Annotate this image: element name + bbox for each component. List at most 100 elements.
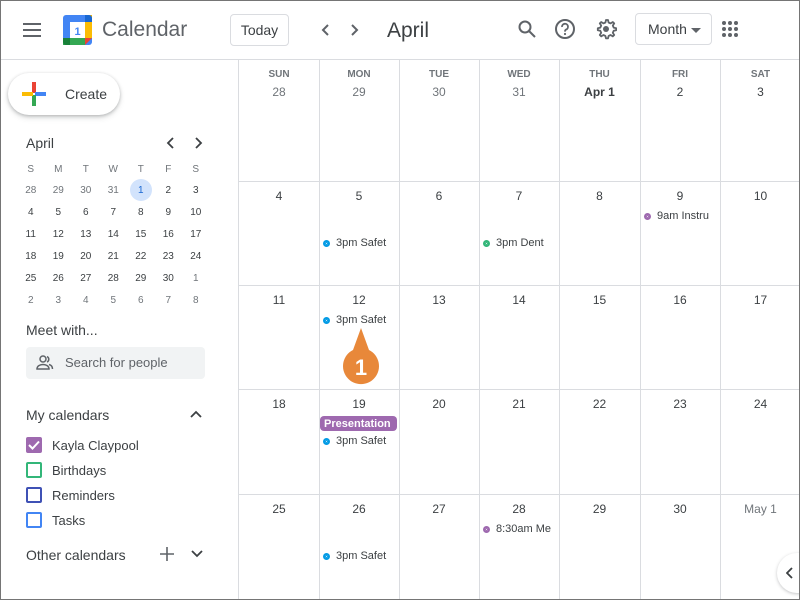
mini-day[interactable]: 28 — [100, 267, 128, 289]
mini-day[interactable]: 27 — [72, 267, 100, 289]
day-number[interactable]: Apr 1 — [559, 85, 640, 99]
day-number[interactable]: 30 — [399, 85, 479, 99]
day-cell[interactable]: 7 3pm Dent — [479, 181, 559, 285]
day-number[interactable]: 4 — [239, 189, 319, 203]
event-chip[interactable]: 3pm Safet — [323, 312, 397, 328]
create-button[interactable]: Create — [8, 73, 120, 115]
day-cell[interactable]: 29 — [559, 494, 640, 600]
day-number[interactable]: 18 — [239, 397, 319, 411]
day-number[interactable]: 12 — [319, 293, 399, 307]
mini-day[interactable]: 31 — [100, 179, 128, 201]
day-cell[interactable]: 25 — [239, 494, 319, 600]
day-cell[interactable]: TUE 30 — [399, 60, 479, 181]
mini-day[interactable]: 15 — [127, 223, 155, 245]
calendar-checkbox[interactable] — [26, 437, 42, 453]
settings-button[interactable] — [593, 16, 619, 42]
mini-day[interactable]: 12 — [45, 223, 73, 245]
day-number[interactable]: 30 — [640, 502, 720, 516]
event-chip[interactable]: 9am Instru — [644, 208, 718, 224]
day-cell[interactable]: 4 — [239, 181, 319, 285]
mini-day[interactable]: 7 — [155, 289, 183, 311]
day-number[interactable]: 14 — [479, 293, 559, 307]
day-number[interactable]: 16 — [640, 293, 720, 307]
calendar-checkbox[interactable] — [26, 462, 42, 478]
day-number[interactable]: 21 — [479, 397, 559, 411]
day-number[interactable]: 11 — [239, 293, 319, 307]
day-cell[interactable]: MON 29 — [319, 60, 399, 181]
mini-day[interactable]: 13 — [72, 223, 100, 245]
event-chip[interactable]: 3pm Safet — [323, 548, 397, 564]
day-number[interactable]: 10 — [720, 189, 800, 203]
day-cell[interactable]: 27 — [399, 494, 479, 600]
day-cell[interactable]: SAT 3 — [720, 60, 800, 181]
mini-day[interactable]: 16 — [155, 223, 183, 245]
day-cell[interactable]: 23 — [640, 389, 720, 494]
mini-day-today[interactable]: 1 — [127, 179, 155, 201]
day-number[interactable]: 22 — [559, 397, 640, 411]
menu-icon[interactable] — [22, 21, 42, 39]
view-select-dropdown[interactable]: Month — [635, 13, 712, 45]
calendar-item-reminders[interactable]: Reminders — [26, 485, 115, 505]
mini-day[interactable]: 5 — [45, 201, 73, 223]
mini-day[interactable]: 20 — [72, 245, 100, 267]
day-cell[interactable]: 26 3pm Safet — [319, 494, 399, 600]
mini-day[interactable]: 14 — [100, 223, 128, 245]
mini-day[interactable]: 17 — [182, 223, 210, 245]
mini-day[interactable]: 19 — [45, 245, 73, 267]
day-cell[interactable]: 21 — [479, 389, 559, 494]
mini-day[interactable]: 4 — [72, 289, 100, 311]
event-chip[interactable]: 3pm Safet — [323, 433, 397, 449]
mini-day[interactable]: 18 — [17, 245, 45, 267]
day-cell[interactable]: THU Apr 1 — [559, 60, 640, 181]
day-number[interactable]: 23 — [640, 397, 720, 411]
apps-icon[interactable] — [722, 21, 738, 37]
day-cell[interactable]: 5 3pm Safet — [319, 181, 399, 285]
day-cell[interactable]: WED 31 — [479, 60, 559, 181]
mini-day[interactable]: 8 — [182, 289, 210, 311]
calendar-item-tasks[interactable]: Tasks — [26, 510, 85, 530]
day-cell[interactable]: FRI 2 — [640, 60, 720, 181]
day-number[interactable]: 27 — [399, 502, 479, 516]
day-number[interactable]: 2 — [640, 85, 720, 99]
mini-day[interactable]: 6 — [127, 289, 155, 311]
day-number[interactable]: 5 — [319, 189, 399, 203]
day-cell[interactable]: 6 — [399, 181, 479, 285]
day-cell[interactable]: 15 — [559, 285, 640, 389]
day-cell[interactable]: 22 — [559, 389, 640, 494]
day-cell[interactable]: 11 — [239, 285, 319, 389]
mini-day[interactable]: 2 — [17, 289, 45, 311]
mini-day[interactable]: 28 — [17, 179, 45, 201]
mini-day[interactable]: 29 — [45, 179, 73, 201]
day-number[interactable]: 17 — [720, 293, 800, 307]
mini-day[interactable]: 7 — [100, 201, 128, 223]
calendar-item-kayla-claypool[interactable]: Kayla Claypool — [26, 435, 139, 455]
mini-day[interactable]: 10 — [182, 201, 210, 223]
day-cell[interactable]: 19 Presentation 3pm Safet — [319, 389, 399, 494]
mini-day[interactable]: 4 — [17, 201, 45, 223]
day-cell[interactable]: 9 9am Instru — [640, 181, 720, 285]
mini-day[interactable]: 30 — [72, 179, 100, 201]
day-cell[interactable]: 8 — [559, 181, 640, 285]
mini-day[interactable]: 6 — [72, 201, 100, 223]
day-number[interactable]: 28 — [239, 85, 319, 99]
day-cell[interactable]: 18 — [239, 389, 319, 494]
mini-day[interactable]: 11 — [17, 223, 45, 245]
mini-day[interactable]: 25 — [17, 267, 45, 289]
day-cell[interactable]: 13 — [399, 285, 479, 389]
day-cell[interactable]: 30 — [640, 494, 720, 600]
day-number[interactable]: 20 — [399, 397, 479, 411]
day-number[interactable]: 8 — [559, 189, 640, 203]
mini-day[interactable]: 9 — [155, 201, 183, 223]
mini-day[interactable]: 22 — [127, 245, 155, 267]
calendar-item-birthdays[interactable]: Birthdays — [26, 460, 106, 480]
mini-day[interactable]: 26 — [45, 267, 73, 289]
day-number[interactable]: 29 — [559, 502, 640, 516]
day-number[interactable]: 13 — [399, 293, 479, 307]
mini-day[interactable]: 2 — [155, 179, 183, 201]
day-number[interactable]: May 1 — [720, 502, 800, 516]
day-cell[interactable]: 24 — [720, 389, 800, 494]
calendar-checkbox[interactable] — [26, 512, 42, 528]
next-month-button[interactable] — [344, 20, 364, 40]
day-cell[interactable]: 20 — [399, 389, 479, 494]
my-calendars-collapse-button[interactable] — [186, 404, 206, 424]
